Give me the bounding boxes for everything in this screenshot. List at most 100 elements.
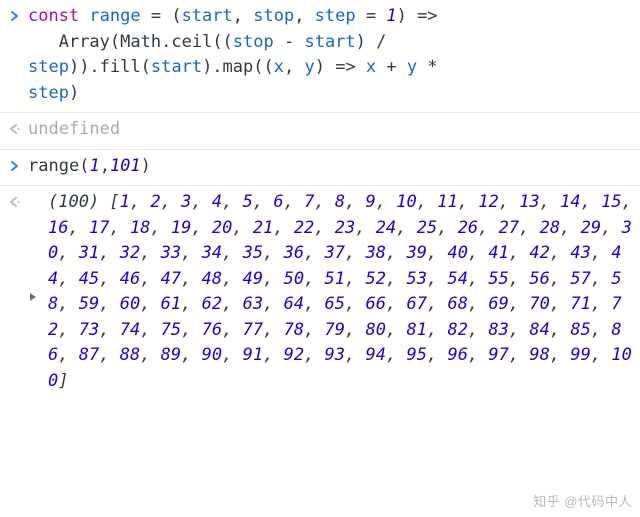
comma: , [550,243,570,263]
code-token: step [315,6,366,26]
comma: , [345,269,365,289]
comma: , [386,294,406,314]
code-token: 1 [386,6,396,26]
console-output-row: undefined [0,113,640,150]
comma: , [499,192,519,212]
comma: , [550,345,570,365]
array-value: 6 [273,192,283,212]
comma: , [345,192,365,212]
comma: , [181,294,201,314]
code-token: y [304,57,314,77]
comma: , [468,243,488,263]
comma: , [478,218,498,238]
array-value: 87 [79,345,99,365]
comma: , [109,218,129,238]
code-token: Array [59,32,110,52]
array-value: 25 [417,218,437,238]
comma: , [263,294,283,314]
array-value: 11 [437,192,457,212]
code-input: range(1,101) [28,154,640,180]
comma: , [181,269,201,289]
comma: , [417,192,437,212]
array-value: 60 [120,294,140,314]
comma: , [591,243,611,263]
array-value: 14 [560,192,580,212]
comma: , [591,294,611,314]
comma: , [550,320,570,340]
comma: , [140,269,160,289]
code-token: y [407,57,427,77]
array-value: 31 [79,243,99,263]
array-value: 15 [601,192,621,212]
comma: , [591,320,611,340]
comma: , [140,294,160,314]
code-token: , [294,6,314,26]
comma: , [181,320,201,340]
array-value: 41 [488,243,508,263]
comma: , [427,345,447,365]
array-value: 75 [161,320,181,340]
array-value: 64 [284,294,304,314]
code-token: , [233,6,253,26]
comma: , [140,345,160,365]
comma: , [468,345,488,365]
array-value: 21 [253,218,273,238]
array-value: 99 [570,345,590,365]
comma: , [601,218,621,238]
array-value: 19 [171,218,191,238]
code-token: 1 [89,156,99,176]
array-value: 83 [488,320,508,340]
array-value: 52 [366,269,386,289]
code-token: x [366,57,386,77]
comma: , [263,345,283,365]
comma: , [253,192,273,212]
code-token: start [304,32,355,52]
array-value: 90 [202,345,222,365]
array-value: 88 [120,345,140,365]
comma: , [222,192,242,212]
comma: , [345,294,365,314]
array-output: (100) [1, 2, 3, 4, 5, 6, 7, 8, 9, 10, 11… [28,190,640,394]
array-value: 66 [366,294,386,314]
code-token: start [151,57,202,77]
array-value: 55 [488,269,508,289]
array-value: 92 [284,345,304,365]
comma: , [130,192,150,212]
code-token: ) / [356,32,397,52]
comma: , [222,320,242,340]
array-value: 43 [570,243,590,263]
undefined-output: undefined [28,117,640,143]
array-value: 69 [488,294,508,314]
array-value: 94 [366,345,386,365]
code-token: ) => [397,6,438,26]
comma: , [386,320,406,340]
code-token: stop [253,6,294,26]
code-token: , [284,57,304,77]
expand-array-toggle[interactable] [28,190,46,302]
code-token: * [427,57,447,77]
array-value: 91 [243,345,263,365]
comma: , [468,269,488,289]
comma: , [140,243,160,263]
comma: , [222,269,242,289]
array-value: 10 [396,192,416,212]
array-value: 53 [406,269,426,289]
array-value: 78 [284,320,304,340]
array-value: 28 [540,218,560,238]
code-token: ). [202,57,222,77]
comma: , [304,269,324,289]
comma: , [355,218,375,238]
array-value: 7 [304,192,314,212]
console-input-row: range(1,101) [0,150,640,187]
comma: , [58,294,78,314]
comma: , [273,218,293,238]
comma: , [58,320,78,340]
array-value: 46 [120,269,140,289]
array-value: 24 [376,218,396,238]
comma: , [540,192,560,212]
comma: , [263,269,283,289]
comma: , [140,320,160,340]
comma: , [468,320,488,340]
code-token: ( [141,57,151,77]
comma: , [232,218,252,238]
